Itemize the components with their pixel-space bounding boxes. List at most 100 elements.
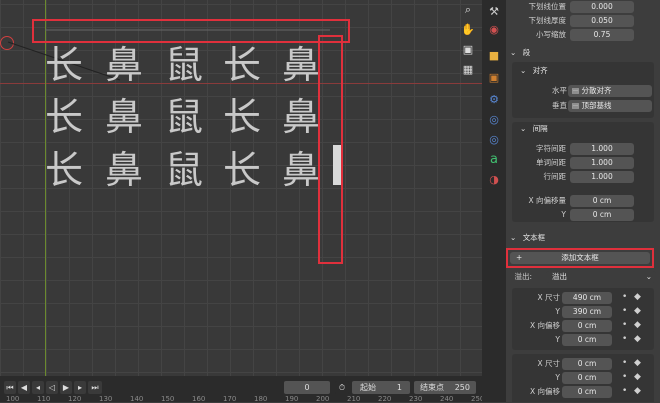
- keyframe-diamond-icon[interactable]: ◆: [634, 386, 641, 396]
- current-frame-field[interactable]: 0: [284, 381, 330, 394]
- end-frame-field[interactable]: 结束点 250: [414, 381, 476, 394]
- spacing-field[interactable]: 1.000: [570, 143, 634, 155]
- textbox-2-size_x-field[interactable]: 0 cm: [562, 358, 612, 370]
- grid-view-icon[interactable]: ▦: [460, 62, 476, 78]
- zoom-icon[interactable]: ⌕: [460, 2, 476, 18]
- material-tab-icon[interactable]: ◑: [486, 172, 502, 188]
- keyframe-dot-icon[interactable]: •: [622, 292, 627, 302]
- top-field-field[interactable]: 0.000: [570, 1, 634, 13]
- horizontal-align-row: 水平 ▤ 分散对齐: [506, 85, 660, 97]
- text-glyph: 长: [223, 148, 262, 192]
- spacing-row: 单词间距 1.000: [506, 157, 660, 169]
- textbox-1-off_y-field[interactable]: 0 cm: [562, 334, 612, 346]
- keyframe-dot-icon[interactable]: •: [622, 358, 627, 368]
- keyframe-dot-icon[interactable]: •: [622, 334, 627, 344]
- overflow-label: 溢出:: [514, 272, 532, 281]
- text-glyph: 鼠: [165, 43, 204, 87]
- spacing-label: 字符间距: [536, 144, 566, 153]
- object-tab-icon[interactable]: ■: [486, 48, 502, 64]
- textbox-1-size_x-label: X 尺寸: [537, 293, 560, 302]
- top-field-field[interactable]: 0.75: [570, 29, 634, 41]
- keyframe-dot-icon[interactable]: •: [622, 372, 627, 382]
- textbox-2-size_y-field[interactable]: 0 cm: [562, 372, 612, 384]
- textbox-1-size_y-field[interactable]: 390 cm: [562, 306, 612, 318]
- keyframe-diamond-icon[interactable]: ◆: [634, 292, 641, 302]
- textbox-1-size_x-field[interactable]: 490 cm: [562, 292, 612, 304]
- spacing-label: 行间距: [543, 172, 567, 181]
- offset-field[interactable]: 0 cm: [570, 195, 634, 207]
- camera-icon[interactable]: ▣: [460, 42, 476, 58]
- vertical-align-value: 顶部基线: [581, 101, 612, 110]
- text-glyph: 鼻: [105, 95, 144, 139]
- textbox-2-off_x-field[interactable]: 0 cm: [562, 386, 612, 398]
- keyframe-diamond-icon[interactable]: ◆: [634, 334, 641, 344]
- keyframe-dot-icon[interactable]: •: [622, 320, 627, 330]
- spacing-field[interactable]: 1.000: [570, 157, 634, 169]
- keyframe-dot-icon[interactable]: •: [622, 386, 627, 396]
- keyframe-diamond-icon[interactable]: ◆: [634, 358, 641, 368]
- offset-row: Y 0 cm: [506, 209, 660, 221]
- jump-start-icon[interactable]: ⏮: [4, 381, 16, 394]
- properties-panel[interactable]: 下划线位置 0.000 下划线厚度 0.050 小写缩放 0.75 ⌄ 段 ⌄ 对齐 水平…: [506, 0, 660, 402]
- start-frame-value: 1: [396, 383, 402, 392]
- top-field-label: 下划线位置: [528, 2, 567, 11]
- chevron-down-icon: ⌄: [520, 124, 527, 133]
- constraint-tab-icon[interactable]: ◎: [486, 112, 502, 128]
- spacing-title: 间隔: [532, 124, 548, 133]
- textbox-1-off_x-field[interactable]: 0 cm: [562, 320, 612, 332]
- align-title: 对齐: [532, 66, 548, 75]
- top-field-field[interactable]: 0.050: [570, 15, 634, 27]
- timeline-bar[interactable]: ⏮ ◀ ◂ ◁ ▶ ▸ ⏭ 0 ⏱ 起始 1 结束点 250 100 110 120…: [0, 376, 484, 403]
- properties-tabs[interactable]: ⚒ ◉ ■ ▣ ⚙ ◎ ◎ a ◑: [482, 0, 506, 402]
- start-frame-field[interactable]: 起始 1: [352, 381, 410, 394]
- hand-pan-icon[interactable]: ✋: [460, 22, 476, 38]
- physics-tab-icon[interactable]: ⚙: [486, 92, 502, 108]
- reverse-play-icon[interactable]: ◁: [46, 381, 58, 394]
- top-field-label: 小写缩放: [536, 30, 566, 39]
- text-glyph: 鼠: [165, 95, 204, 139]
- spacing-subheader[interactable]: ⌄ 间隔: [520, 122, 660, 136]
- vertical-align-select[interactable]: ▤ 顶部基线: [568, 100, 652, 112]
- overflow-select[interactable]: 溢出 ⌄: [546, 271, 656, 283]
- offset-field[interactable]: 0 cm: [570, 209, 634, 221]
- textbox-2-size_y-label: Y: [555, 373, 560, 382]
- spacing-label: 单词间距: [536, 158, 566, 167]
- text-glyph: 长: [45, 95, 84, 139]
- chevron-down-icon: ⌄: [520, 66, 527, 75]
- textbox-1-off_y-label: Y: [555, 335, 560, 344]
- play-icon[interactable]: ▶: [60, 381, 72, 394]
- tool-tab-icon[interactable]: ⚒: [486, 4, 502, 20]
- plus-icon: +: [516, 253, 523, 262]
- keyframe-diamond-icon[interactable]: ◆: [634, 306, 641, 316]
- particles-tab-icon[interactable]: ◎: [486, 132, 502, 148]
- keyframe-dot-icon[interactable]: •: [622, 306, 627, 316]
- keyframe-diamond-icon[interactable]: ◆: [634, 320, 641, 330]
- jump-end-icon[interactable]: ⏭: [88, 381, 102, 394]
- paragraph-section-header[interactable]: ⌄ 段: [510, 46, 656, 60]
- data-tab-icon[interactable]: a: [486, 152, 502, 168]
- text-glyph: 鼻: [282, 95, 321, 139]
- textbox-section-header[interactable]: ⌄ 文本框: [510, 231, 656, 245]
- overflow-row: 溢出: 溢出 ⌄: [506, 271, 660, 283]
- 3d-viewport[interactable]: 长鼻鼠长鼻长鼻鼠长鼻长鼻鼠长鼻 ⌕ ✋ ▣ ▦: [0, 0, 482, 376]
- viewport-nav-gizmo: ⌕ ✋ ▣ ▦: [458, 0, 476, 80]
- chevron-down-icon: ⌄: [510, 48, 517, 57]
- clock-icon[interactable]: ⏱: [335, 381, 349, 394]
- textbox-1-size_y-label: Y: [555, 307, 560, 316]
- offset-row: X 向偏移量 0 cm: [506, 195, 660, 207]
- textbox-title: 文本框: [522, 233, 546, 242]
- spacing-row: 行间距 1.000: [506, 171, 660, 183]
- textbox-2-off_x-label: X 向偏移: [529, 387, 560, 396]
- keyframe-diamond-icon[interactable]: ◆: [634, 372, 641, 382]
- spacing-field[interactable]: 1.000: [570, 171, 634, 183]
- prev-keyframe-icon[interactable]: ◀: [18, 381, 30, 394]
- overflow-value: 溢出: [552, 272, 567, 281]
- modifier-tab-icon[interactable]: ▣: [486, 70, 502, 86]
- horizontal-align-select[interactable]: ▤ 分散对齐: [568, 85, 652, 97]
- next-frame-icon[interactable]: ▸: [74, 381, 86, 394]
- render-tab-icon[interactable]: ◉: [486, 22, 502, 38]
- add-textbox-button[interactable]: + 添加文本框: [510, 252, 650, 264]
- text-glyph: 鼻: [282, 148, 321, 192]
- prev-frame-icon[interactable]: ◂: [32, 381, 44, 394]
- align-subheader[interactable]: ⌄ 对齐: [520, 64, 660, 78]
